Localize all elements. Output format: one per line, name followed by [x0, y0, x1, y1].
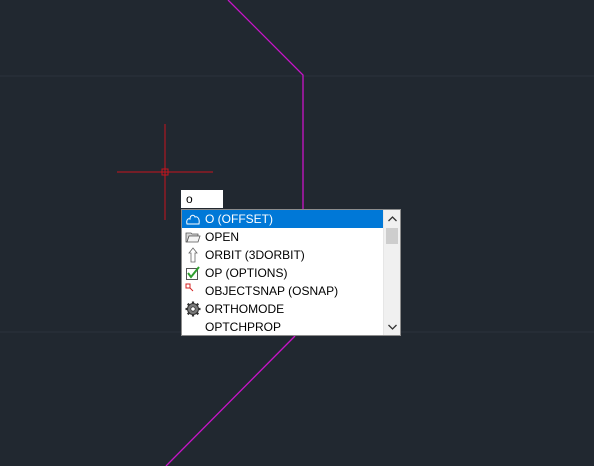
scrollbar-thumb[interactable]	[386, 228, 398, 244]
autocomplete-item-orbit[interactable]: ORBIT (3DORBIT)	[182, 246, 383, 264]
object-snap-icon	[184, 282, 202, 300]
autocomplete-item-offset[interactable]: O (OFFSET)	[182, 210, 383, 228]
autocomplete-item-label: OPTCHPROP	[205, 320, 282, 334]
autocomplete-item-options[interactable]: OP (OPTIONS)	[182, 264, 383, 282]
polyline-segment[interactable]	[165, 335, 296, 466]
autocomplete-item-label: O (OFFSET)	[205, 212, 273, 226]
command-input[interactable]: o	[181, 190, 223, 208]
autocomplete-item-optchprop[interactable]: OPTCHPROP	[182, 318, 383, 335]
options-checkbox-icon	[184, 264, 202, 282]
vertical-scrollbar[interactable]	[383, 210, 400, 335]
autocomplete-item-objectsnap[interactable]: OBJECTSNAP (OSNAP)	[182, 282, 383, 300]
autocomplete-dropdown[interactable]: O (OFFSET) OPEN ORBIT (3DORBIT) OP (OPTI…	[181, 209, 401, 336]
autocomplete-list: O (OFFSET) OPEN ORBIT (3DORBIT) OP (OPTI…	[182, 210, 383, 335]
autocomplete-item-label: OP (OPTIONS)	[205, 266, 288, 280]
autocomplete-item-open[interactable]: OPEN	[182, 228, 383, 246]
scroll-down-arrow-icon[interactable]	[384, 318, 400, 335]
autocomplete-item-label: ORTHOMODE	[205, 302, 285, 316]
blank-icon	[184, 318, 202, 335]
autocomplete-item-orthomode[interactable]: ORTHOMODE	[182, 300, 383, 318]
gear-icon	[184, 300, 202, 318]
scroll-up-arrow-icon[interactable]	[384, 210, 400, 227]
polyline-segment[interactable]	[227, 0, 304, 209]
orbit-icon	[184, 246, 202, 264]
offset-icon	[184, 210, 202, 228]
autocomplete-item-label: OPEN	[205, 230, 240, 244]
drawing-canvas[interactable]: o O (OFFSET) OPEN ORBIT (3DORBIT) OP (OP…	[0, 0, 594, 466]
autocomplete-item-label: OBJECTSNAP (OSNAP)	[205, 284, 339, 298]
open-folder-icon	[184, 228, 202, 246]
autocomplete-item-label: ORBIT (3DORBIT)	[205, 248, 305, 262]
command-input-text: o	[186, 192, 193, 206]
